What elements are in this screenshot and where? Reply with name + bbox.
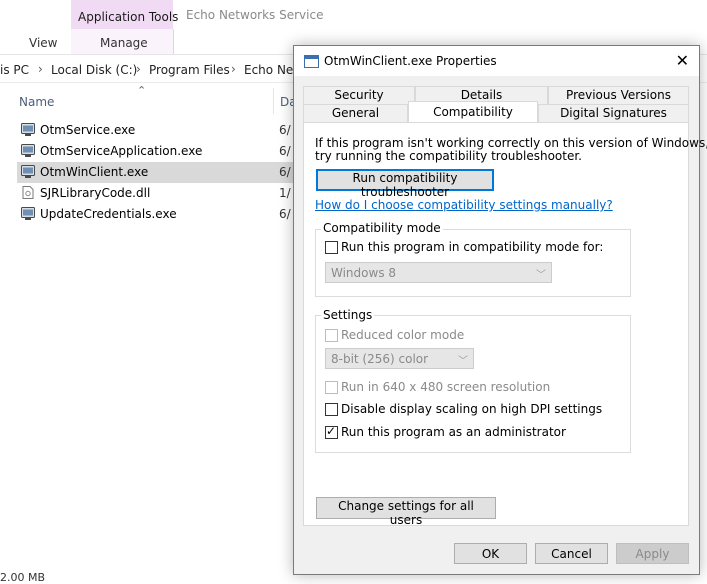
sort-up-icon: ⌃ <box>137 84 147 97</box>
dll-icon <box>22 186 34 199</box>
chevron-right-icon: › <box>38 62 43 76</box>
chevron-down-icon: ﹀ <box>536 270 546 281</box>
file-row[interactable]: OtmService.exe 6/ <box>17 120 297 141</box>
file-row[interactable]: SJRLibraryCode.dll 1/ <box>17 183 297 204</box>
color-depth-select: 8-bit (256) color ﹀ <box>325 348 474 369</box>
run-admin-checkbox[interactable] <box>325 424 338 439</box>
exe-icon <box>21 144 35 157</box>
run-admin-label[interactable]: Run this program as an administrator <box>341 425 566 439</box>
dialog-title: OtmWinClient.exe Properties <box>324 54 497 68</box>
intro-text-line2: try running the compatibility troublesho… <box>315 149 582 163</box>
intro-text-line1: If this program isn't working correctly … <box>315 136 707 150</box>
close-icon[interactable]: ✕ <box>676 51 689 70</box>
crumb-this-pc[interactable]: is PC <box>0 63 29 77</box>
chevron-right-icon: › <box>231 62 236 76</box>
disable-dpi-checkbox[interactable] <box>325 403 338 416</box>
file-date: 1/ <box>279 186 291 200</box>
file-date: 6/ <box>279 207 291 221</box>
properties-dialog: OtmWinClient.exe Properties ✕ Security D… <box>293 45 707 575</box>
column-divider[interactable] <box>273 88 274 114</box>
chevron-right-icon: › <box>136 62 141 76</box>
window-icon <box>304 55 319 68</box>
compatibility-mode-label: Compatibility mode <box>321 221 443 235</box>
file-date: 6/ <box>279 123 291 137</box>
compat-mode-select: Windows 8 ﹀ <box>325 262 552 283</box>
file-date: 6/ <box>279 165 291 179</box>
color-depth-value: 8-bit (256) color <box>331 352 429 366</box>
file-name: OtmWinClient.exe <box>40 165 149 179</box>
run-640-checkbox <box>325 381 338 394</box>
chevron-down-icon: ﹀ <box>458 356 468 367</box>
file-name: OtmService.exe <box>40 123 136 137</box>
compatibility-panel: If this program isn't working correctly … <box>303 122 707 527</box>
column-name-header[interactable]: Name <box>19 95 54 109</box>
exe-icon <box>21 207 35 220</box>
cancel-button[interactable]: Cancel <box>535 543 608 564</box>
compat-mode-checkbox-label[interactable]: Run this program in compatibility mode f… <box>341 240 603 254</box>
tab-previous-versions[interactable]: Previous Versions <box>548 86 689 104</box>
tab-security[interactable]: Security <box>303 86 415 104</box>
manage-tab[interactable]: Manage <box>100 36 148 50</box>
crumb-local-disk[interactable]: Local Disk (C:) <box>51 63 137 77</box>
reduced-color-label: Reduced color mode <box>341 328 465 342</box>
file-date: 6/ <box>279 144 291 158</box>
file-row[interactable]: UpdateCredentials.exe 6/ <box>17 204 297 225</box>
file-name: OtmServiceApplication.exe <box>40 144 203 158</box>
apply-button[interactable]: Apply <box>616 543 689 564</box>
tab-general[interactable]: General <box>303 104 408 122</box>
exe-icon <box>21 165 35 178</box>
disable-dpi-label[interactable]: Disable display scaling on high DPI sett… <box>341 402 602 416</box>
status-bar-size: 2.00 MB <box>0 571 46 584</box>
change-settings-all-users-button[interactable]: Change settings for all users <box>316 497 496 527</box>
exe-icon <box>21 123 35 136</box>
view-tab[interactable]: View <box>29 36 57 50</box>
file-name: UpdateCredentials.exe <box>40 207 177 221</box>
manual-settings-link[interactable]: How do I choose compatibility settings m… <box>315 198 613 212</box>
compat-mode-value: Windows 8 <box>331 266 397 280</box>
window-title: Echo Networks Service <box>186 8 324 22</box>
run-640-label: Run in 640 x 480 screen resolution <box>341 380 551 394</box>
tab-compatibility[interactable]: Compatibility <box>408 101 538 122</box>
reduced-color-checkbox <box>325 329 338 342</box>
file-name: SJRLibraryCode.dll <box>40 186 151 200</box>
file-row-selected[interactable]: OtmWinClient.exe 6/ <box>17 162 297 183</box>
compat-mode-checkbox[interactable] <box>325 241 338 254</box>
dialog-titlebar[interactable]: OtmWinClient.exe Properties ✕ <box>294 46 699 76</box>
application-tools-label: Application Tools <box>78 10 179 24</box>
file-row[interactable]: OtmServiceApplication.exe 6/ <box>17 141 297 162</box>
settings-label: Settings <box>321 308 375 322</box>
crumb-program-files[interactable]: Program Files <box>149 63 230 77</box>
run-troubleshooter-button[interactable]: Run compatibility troubleshooter <box>316 169 494 199</box>
tab-digital-signatures[interactable]: Digital Signatures <box>538 104 689 122</box>
ok-button[interactable]: OK <box>454 543 527 564</box>
